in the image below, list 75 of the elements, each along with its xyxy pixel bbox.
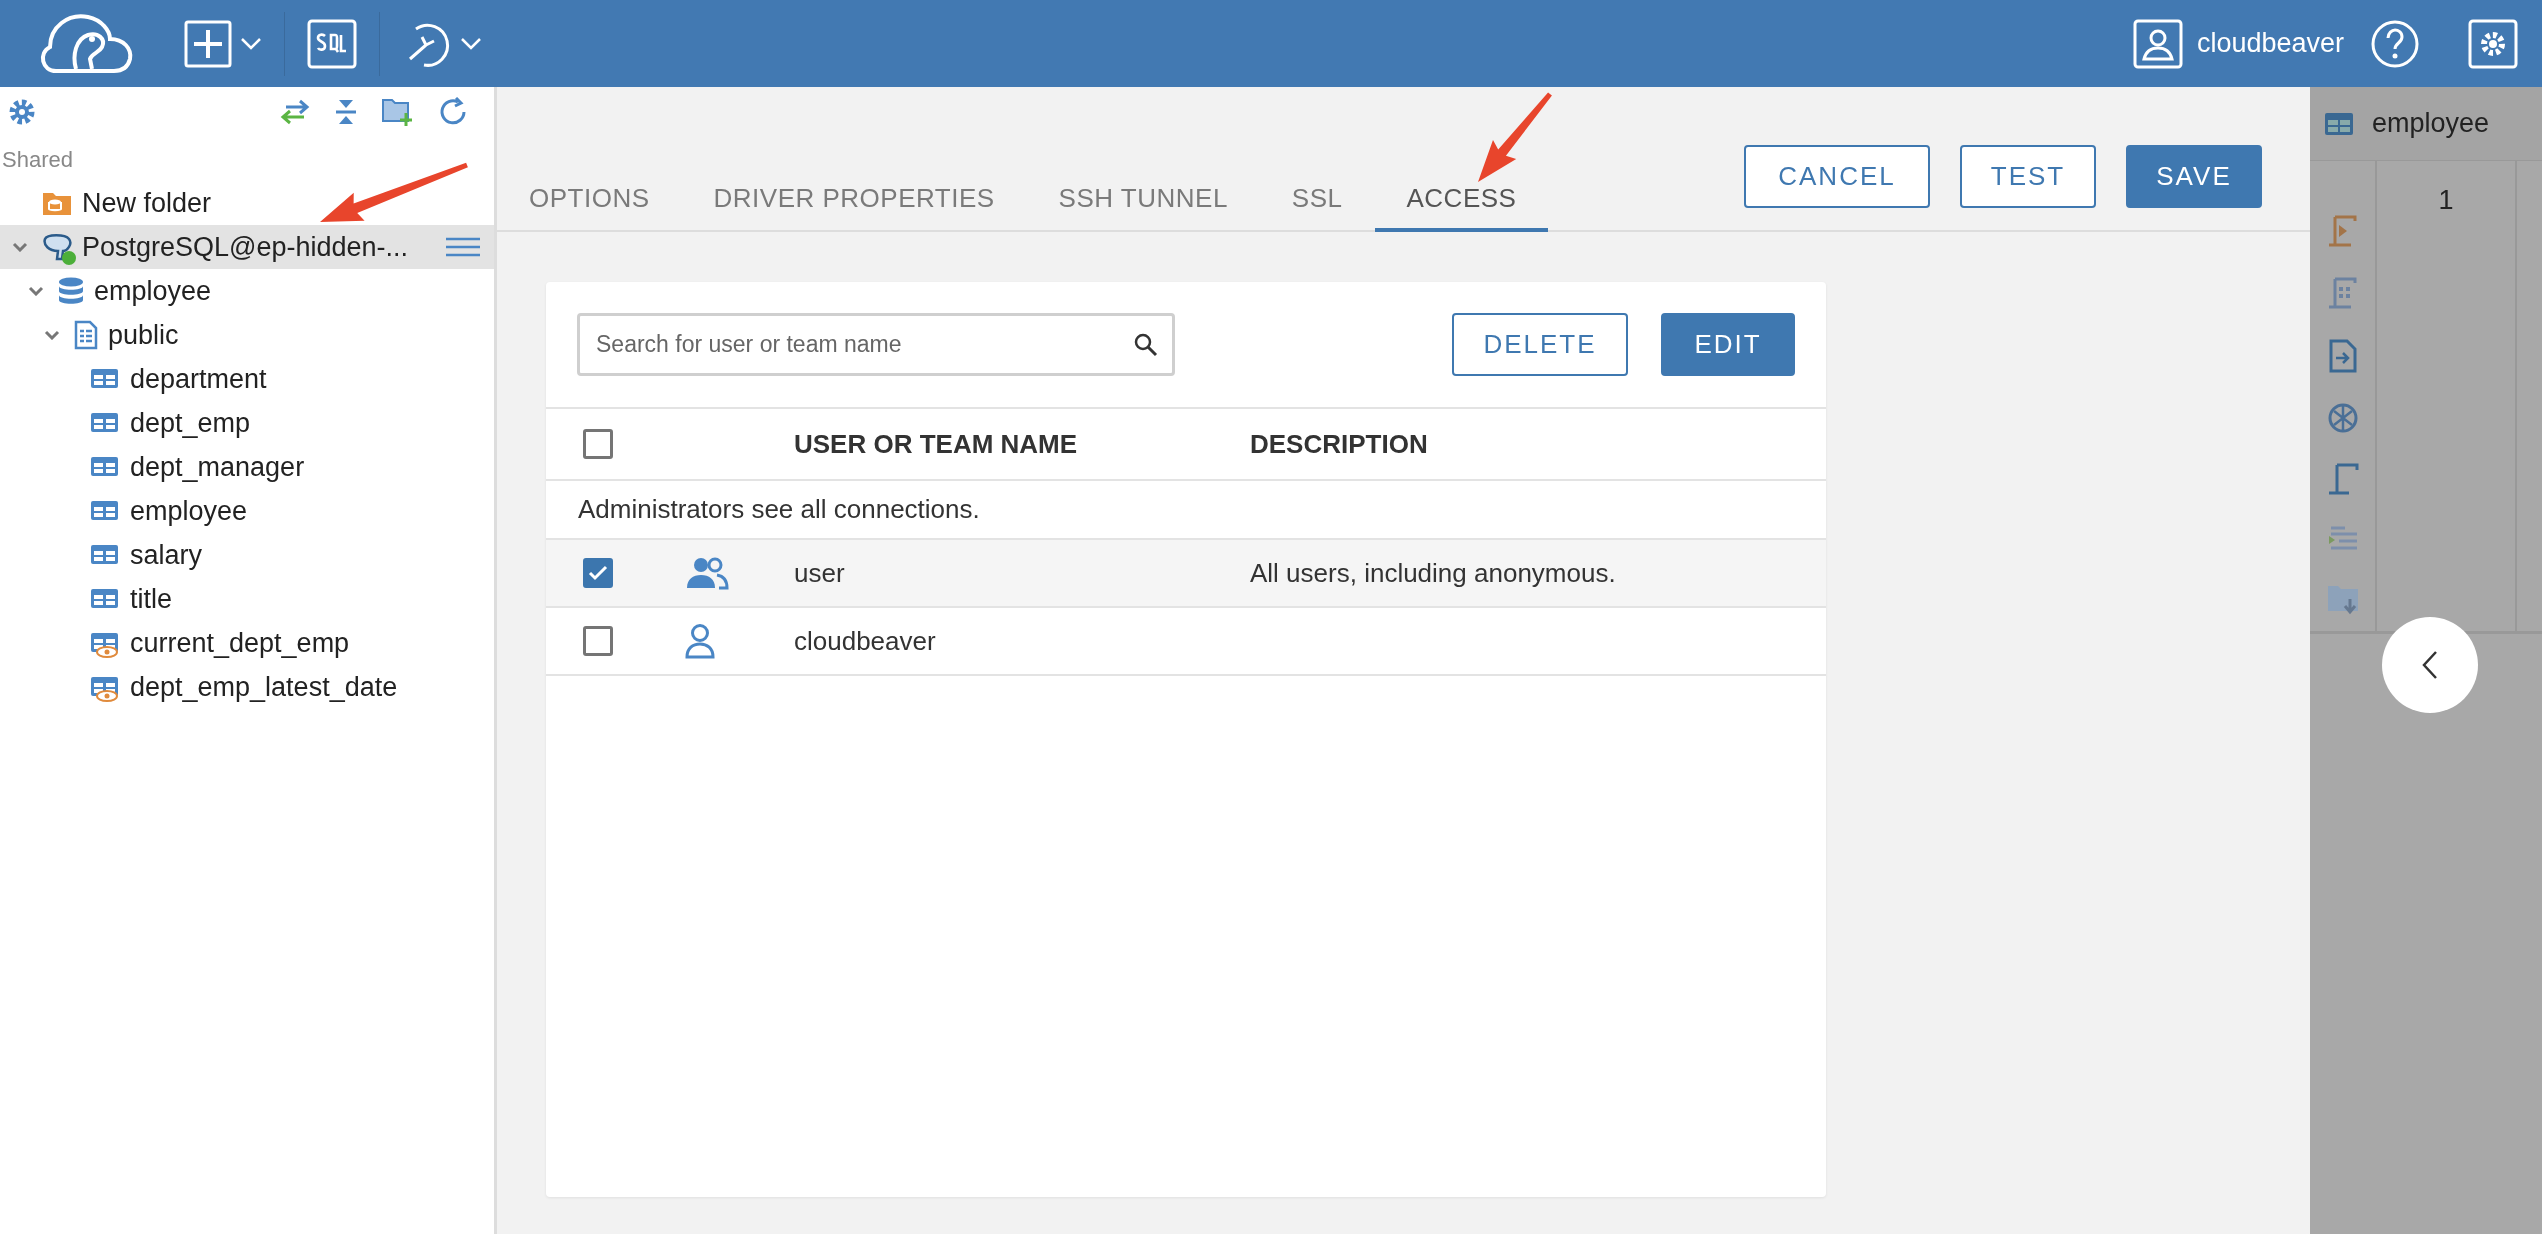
tree-item[interactable]: PostgreSQL@ep-hidden-... [0, 225, 494, 269]
tab[interactable]: DRIVER PROPERTIES [681, 183, 1027, 232]
search-icon [1134, 332, 1158, 357]
tree-item[interactable]: department [0, 357, 494, 401]
line-number: 1 [2438, 185, 2454, 217]
add-folder-icon[interactable] [382, 97, 414, 127]
chevron-down-icon[interactable] [44, 330, 60, 340]
search-input[interactable]: Search for user or team name [594, 330, 1134, 359]
search-field[interactable]: Search for user or team name [577, 313, 1175, 376]
add-button[interactable] [184, 19, 262, 68]
chevron-down-icon[interactable] [28, 286, 44, 296]
action-button[interactable]: EDIT [1661, 313, 1795, 376]
editor-tab[interactable]: employee [2310, 87, 2542, 161]
menu-icon[interactable] [446, 237, 480, 257]
tree-item[interactable]: dept_emp [0, 401, 494, 445]
description-cell-text: All users, including anonymous. [1250, 557, 1617, 589]
tree-item-label: employee [130, 495, 248, 527]
action-button[interactable]: TEST [1960, 145, 2096, 208]
file-export-icon[interactable] [2328, 339, 2357, 373]
document-icon [74, 320, 98, 350]
user-icon [685, 623, 715, 659]
tree-item-label: dept_emp [130, 407, 251, 439]
collapse-icon[interactable] [334, 98, 358, 126]
action-button[interactable]: SAVE [2126, 145, 2262, 208]
column-header: USER OR TEAM NAME [794, 428, 1079, 460]
tree-item[interactable]: dept_manager [0, 445, 494, 489]
user-avatar-icon[interactable] [2132, 18, 2183, 69]
section-label: Shared [1, 146, 74, 174]
tab[interactable]: OPTIONS [497, 183, 682, 232]
tree-item[interactable]: dept_emp_latest_date [0, 665, 494, 709]
chevron-down-icon[interactable] [12, 242, 28, 252]
tree-item-label: employee [94, 275, 212, 307]
user-group-icon [685, 556, 729, 590]
scroll-icon[interactable] [2326, 463, 2359, 497]
tree-item-label: salary [130, 539, 203, 571]
tree-item-label: PostgreSQL@ep-hidden-... [82, 231, 409, 263]
folder-download-icon[interactable] [2325, 583, 2360, 615]
chevron-left-icon [2422, 650, 2438, 680]
tree-item-label: dept_manager [130, 451, 305, 483]
help-icon[interactable] [2370, 18, 2420, 69]
tree-item[interactable]: employee [0, 269, 494, 313]
tree-item-label: New folder [82, 187, 212, 219]
checkbox[interactable] [583, 558, 613, 588]
tab[interactable]: SSL [1259, 183, 1375, 232]
tree-item[interactable]: public [0, 313, 494, 357]
database-icon [58, 277, 84, 305]
tree-item-label: current_dept_emp [130, 627, 350, 659]
chevron-down-icon [460, 36, 482, 51]
refresh-icon[interactable] [438, 97, 468, 127]
checkbox[interactable] [583, 626, 613, 656]
table-icon [2324, 111, 2354, 136]
chevron-down-icon [240, 36, 262, 51]
tree-item[interactable]: salary [0, 533, 494, 577]
action-button[interactable]: CANCEL [1744, 145, 1930, 208]
sql-editor-button[interactable] [307, 18, 357, 69]
tree-item-label: public [108, 319, 179, 351]
column-header: DESCRIPTION [1250, 428, 1429, 460]
user-name-cell-text: cloudbeaver [794, 625, 937, 657]
tree-item[interactable]: title [0, 577, 494, 621]
user-name-cell-text: user [794, 557, 846, 589]
tree-item[interactable]: employee [0, 489, 494, 533]
tree-item-label: department [130, 363, 267, 395]
swap-arrows-icon[interactable] [280, 98, 310, 126]
settings-icon[interactable] [8, 98, 36, 126]
checkbox[interactable] [583, 429, 613, 459]
check-icon [588, 565, 608, 581]
tree-item-label: title [130, 583, 173, 615]
tree-item[interactable]: New folder [0, 181, 494, 225]
tab[interactable]: ACCESS [1374, 183, 1549, 232]
tab[interactable]: SSH TUNNEL [1026, 183, 1260, 232]
tree-item-label: dept_emp_latest_date [130, 671, 398, 703]
action-button[interactable]: DELETE [1452, 313, 1628, 376]
user-name[interactable]: cloudbeaver [2196, 28, 2344, 59]
tree-item[interactable]: current_dept_emp [0, 621, 494, 665]
folder-icon [42, 190, 72, 216]
